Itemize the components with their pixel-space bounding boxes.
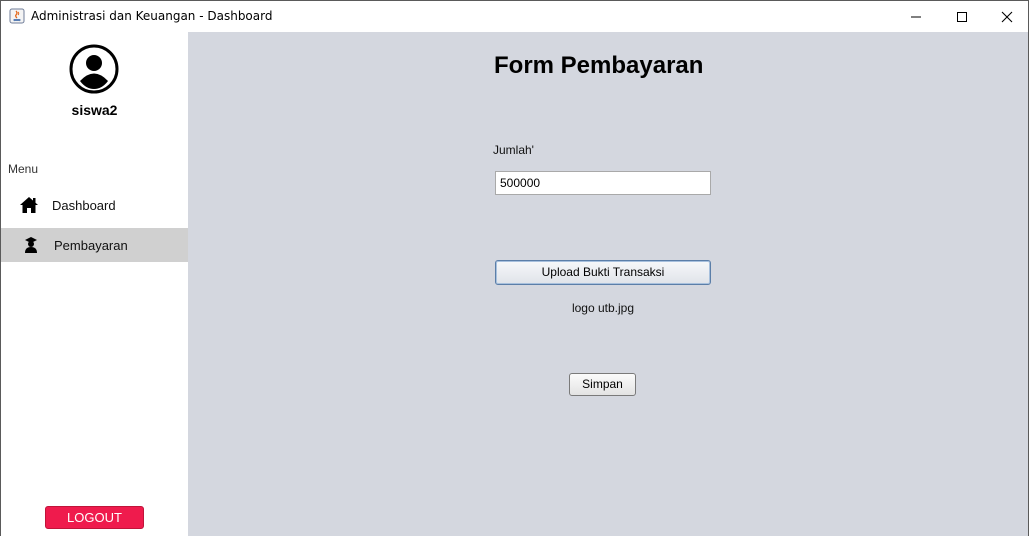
menu-heading: Menu [8,162,39,176]
user-avatar-icon [69,44,119,94]
home-icon [19,196,39,214]
sidebar-item-dashboard[interactable]: Dashboard [1,188,188,222]
application-window: Administrasi dan Keuangan - Dashboard si… [0,0,1029,536]
sidebar-item-pembayaran[interactable]: Pembayaran [1,228,188,262]
minimize-icon [911,16,921,18]
amount-input[interactable]: 500000 [495,171,711,195]
sidebar: siswa2 Menu Dashboard Pembayaran LOGOUT [1,32,188,536]
logout-button[interactable]: LOGOUT [45,506,144,529]
graduate-icon [23,236,43,254]
main-panel: Form Pembayaran Jumlah' 500000 Upload Bu… [188,32,1028,536]
close-button[interactable] [984,1,1029,32]
username: siswa2 [71,102,118,118]
title-bar[interactable]: Administrasi dan Keuangan - Dashboard [1,1,1028,32]
java-app-icon [9,8,25,24]
sidebar-item-label: Pembayaran [54,238,128,253]
window-title: Administrasi dan Keuangan - Dashboard [31,9,273,23]
uploaded-file-name: logo utb.jpg [571,301,635,315]
save-button[interactable]: Simpan [569,373,636,396]
amount-label: Jumlah' [493,143,534,157]
upload-proof-button[interactable]: Upload Bukti Transaksi [495,260,711,285]
close-icon [1001,11,1013,23]
maximize-button[interactable] [939,1,985,32]
minimize-button[interactable] [893,1,939,32]
maximize-icon [957,12,967,22]
sidebar-item-label: Dashboard [52,198,116,213]
page-title: Form Pembayaran [494,52,704,79]
